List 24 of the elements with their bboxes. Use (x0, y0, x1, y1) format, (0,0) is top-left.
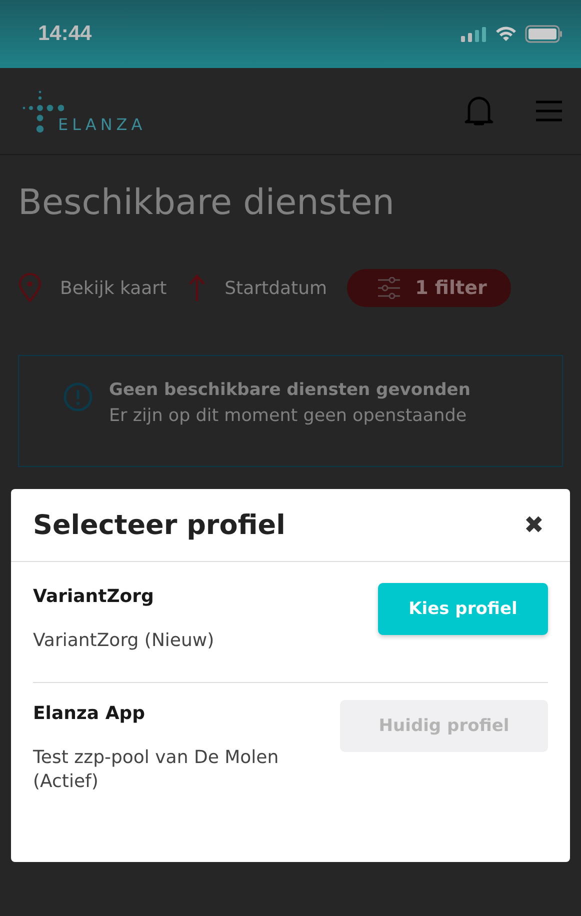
menu-icon[interactable] (535, 100, 563, 122)
battery-icon (525, 25, 563, 43)
signal-icon (461, 26, 487, 42)
status-time: 14:44 (38, 22, 92, 46)
wifi-icon (495, 26, 517, 42)
profile-description: VariantZorg (Nieuw) (33, 629, 214, 652)
bell-icon[interactable] (463, 94, 495, 128)
page-title: Beschikbare diensten (18, 183, 396, 223)
profile-name: Elanza App (33, 703, 146, 724)
sliders-icon (377, 277, 402, 299)
arrow-up-icon (186, 273, 207, 303)
close-button[interactable]: ✖ (520, 511, 548, 539)
notice-text: Er zijn op dit moment geen openstaande (109, 406, 468, 426)
logo-text: ELANZA (58, 115, 146, 134)
choose-profile-button[interactable]: Kies profiel (378, 583, 548, 635)
dialog-title: Selecteer profiel (33, 510, 286, 540)
profile-description: Test zzp-pool van De Molen (Actief) (33, 746, 280, 794)
exclamation-icon (63, 382, 93, 412)
map-link[interactable]: Bekijk kaart (18, 273, 167, 303)
location-pin-icon (18, 273, 42, 303)
sort-link[interactable]: Startdatum (186, 273, 328, 303)
profile-name: VariantZorg (33, 586, 155, 607)
filter-button[interactable]: 1 filter (347, 269, 511, 307)
notice-title: Geen beschikbare diensten gevonden (109, 380, 470, 400)
